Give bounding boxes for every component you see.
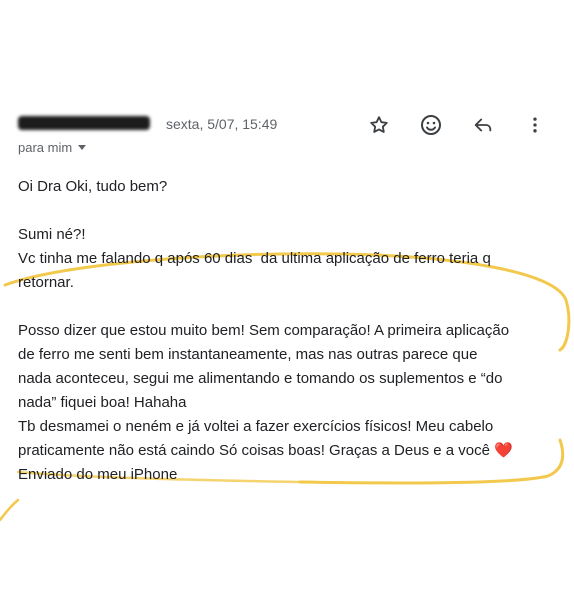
body-line: Tb desmamei o neném e já voltei a fazer … (18, 418, 494, 435)
body-line-text: praticamente não está caindo Só coisas b… (18, 442, 490, 459)
body-line: retornar. (18, 274, 74, 291)
body-line: Posso dizer que estou muito bem! Sem com… (18, 322, 510, 339)
email-body: Oi Dra Oki, tudo bem? Sumi né?! Vc tinha… (18, 175, 562, 487)
body-line: Sumi né?! (18, 226, 86, 243)
recipient-line[interactable]: para mim (18, 140, 87, 155)
body-line: Vc tinha me falando q após 60 dias da ul… (18, 250, 491, 267)
star-icon[interactable] (364, 110, 394, 140)
more-vert-icon[interactable] (520, 110, 550, 140)
body-line: nada aconteceu, segui me alimentando e t… (18, 370, 503, 387)
body-line-last: praticamente não está caindo Só coisas b… (18, 439, 562, 463)
sender-name[interactable]: janainasouto8 (18, 116, 123, 133)
greeting: Oi Dra Oki, tudo bem? (18, 178, 168, 195)
chevron-down-icon[interactable] (78, 145, 87, 150)
header-actions (364, 110, 550, 140)
signature: Enviado do meu iPhone (18, 466, 178, 483)
body-line: nada” fiquei boa! Hahaha (18, 394, 187, 411)
recipient-label: para mim (18, 140, 73, 155)
email-date: sexta, 5/07, 15:49 (166, 116, 278, 132)
emoji-icon[interactable] (416, 110, 446, 140)
reply-icon[interactable] (468, 110, 498, 140)
heart-icon: ❤️ (494, 442, 513, 459)
body-line: de ferro me senti bem instantaneamente, … (18, 346, 478, 363)
email-header: janainasouto8 sexta, 5/07, 15:49 (18, 110, 558, 138)
